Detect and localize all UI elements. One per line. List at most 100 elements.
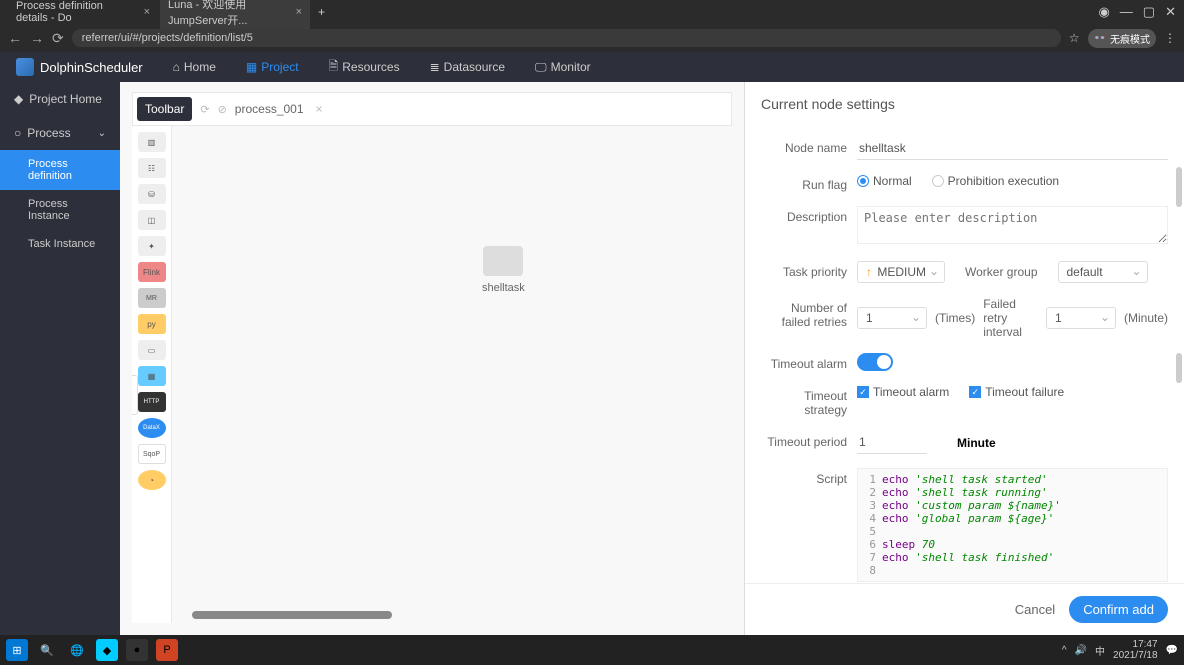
forward-icon[interactable]: →: [30, 30, 44, 46]
num-retries-select[interactable]: 1: [857, 307, 927, 329]
radio-normal[interactable]: Normal: [857, 174, 912, 188]
search-icon[interactable]: 🔍: [36, 639, 58, 661]
app-icon-2[interactable]: ●: [126, 639, 148, 661]
notification-icon[interactable]: 💬: [1166, 645, 1178, 656]
tool-mr-icon[interactable]: MR: [138, 288, 166, 308]
logo-icon: [16, 58, 34, 76]
datasource-icon: ≣: [430, 60, 440, 74]
script-editor[interactable]: 1echo 'shell task started'2echo 'shell t…: [857, 468, 1168, 582]
incognito-badge[interactable]: 👓 无痕模式: [1088, 29, 1156, 48]
tool-http-icon[interactable]: HTTP: [138, 392, 166, 412]
powerpoint-icon[interactable]: P: [156, 639, 178, 661]
label-timeout-alarm: Timeout alarm: [761, 353, 847, 371]
toolbar-badge: Toolbar: [137, 97, 192, 121]
chrome-icon[interactable]: 🌐: [66, 639, 88, 661]
browser-tab-0[interactable]: Process definition details - Do ×: [8, 0, 158, 27]
home-icon: ◆: [14, 92, 23, 106]
star-icon[interactable]: ☆: [1069, 31, 1080, 45]
tool-dependent-icon[interactable]: ▭: [138, 340, 166, 360]
menu-icon[interactable]: ⋮: [1164, 31, 1176, 45]
sidebar-item-task-instance[interactable]: Task Instance: [0, 230, 120, 258]
tool-conditions-icon[interactable]: ◔: [138, 470, 166, 490]
close-window-icon[interactable]: ✕: [1165, 4, 1176, 20]
close-icon[interactable]: ×: [296, 6, 302, 18]
nav-datasource[interactable]: ≣ Datasource: [430, 60, 505, 74]
tool-db-icon[interactable]: ⛁: [138, 184, 166, 204]
app-name: DolphinScheduler: [40, 60, 143, 75]
description-input[interactable]: [857, 206, 1168, 244]
tool-sqoop-icon[interactable]: SqoP: [138, 444, 166, 464]
maximize-icon[interactable]: ▢: [1143, 4, 1155, 20]
tray-volume-icon[interactable]: 🔊: [1075, 645, 1087, 656]
close-icon[interactable]: ×: [316, 102, 323, 116]
task-node-shelltask[interactable]: shelltask: [482, 246, 525, 294]
retry-interval-select[interactable]: 1: [1046, 307, 1116, 329]
horizontal-scrollbar[interactable]: [192, 611, 392, 619]
canvas-body[interactable]: ▥ ☷ ⛁ ◫ ✦ Flink MR py ▭ ▦ HTTP DataX Sqo…: [132, 126, 732, 623]
checkbox-timeout-alarm[interactable]: ✓ Timeout alarm: [857, 385, 949, 399]
new-tab-button[interactable]: +: [312, 5, 331, 19]
timeout-alarm-toggle[interactable]: [857, 353, 893, 371]
node-name-input[interactable]: [857, 137, 1168, 160]
start-icon[interactable]: ⊞: [6, 639, 28, 661]
minimize-icon[interactable]: —: [1120, 4, 1133, 20]
minute-bold-label: Minute: [957, 436, 996, 450]
nav-resources[interactable]: 🗎 Resources: [329, 57, 400, 78]
tool-subprocess-icon[interactable]: ☷: [138, 158, 166, 178]
back-icon[interactable]: ←: [8, 30, 22, 46]
sidebar-label: Process: [27, 126, 70, 140]
radio-normal-label: Normal: [873, 174, 912, 188]
breadcrumb-process[interactable]: process_001: [235, 102, 304, 116]
taskbar-clock[interactable]: 17:47 2021/7/18: [1113, 639, 1158, 661]
tool-sql-icon[interactable]: ▦: [138, 366, 166, 386]
clock-time: 17:47: [1113, 639, 1158, 650]
circle-icon[interactable]: ⊘: [218, 103, 227, 116]
sidebar-item-project-home[interactable]: ◆ Project Home: [0, 82, 120, 116]
record-icon[interactable]: ◉: [1098, 4, 1109, 20]
cancel-button[interactable]: Cancel: [1015, 602, 1055, 617]
refresh-icon[interactable]: ⟳: [200, 103, 209, 116]
tool-python-icon[interactable]: py: [138, 314, 166, 334]
breadcrumb: Toolbar ⟳ ⊘ process_001 ×: [132, 92, 732, 126]
tool-shell-icon[interactable]: ▥: [138, 132, 166, 152]
browser-tab-1[interactable]: Luna - 欢迎使用JumpServer开... ×: [160, 0, 310, 31]
app-icon-1[interactable]: ◆: [96, 639, 118, 661]
nav-monitor[interactable]: 🖵 Monitor: [535, 60, 591, 75]
checkbox-timeout-failure[interactable]: ✓ Timeout failure: [969, 385, 1064, 399]
close-icon[interactable]: ×: [144, 6, 150, 18]
tool-datax-icon[interactable]: DataX: [138, 418, 166, 438]
sidebar-item-process-instance[interactable]: Process Instance: [0, 190, 120, 230]
tool-procedure-icon[interactable]: ◫: [138, 210, 166, 230]
app-logo[interactable]: DolphinScheduler: [16, 58, 143, 76]
tray-up-icon[interactable]: ^: [1062, 645, 1067, 656]
label-timeout-period: Timeout period: [761, 431, 847, 449]
timeout-period-input[interactable]: [857, 431, 927, 454]
tool-spark-icon[interactable]: ✦: [138, 236, 166, 256]
reload-icon[interactable]: ⟳: [52, 30, 64, 47]
nav-datasource-label: Datasource: [444, 60, 505, 74]
tool-rail: ▥ ☷ ⛁ ◫ ✦ Flink MR py ▭ ▦ HTTP DataX Sqo…: [132, 126, 172, 623]
monitor-icon: 🖵: [535, 60, 547, 75]
label-num-retries: Number of failed retries: [761, 297, 847, 329]
worker-group-select[interactable]: default: [1058, 261, 1148, 283]
url-input[interactable]: referrer/ui/#/projects/definition/list/5: [72, 29, 1061, 47]
clock-date: 2021/7/18: [1113, 650, 1158, 661]
tab-title: Process definition details - Do: [16, 0, 138, 24]
panel-scrollbar-thumb[interactable]: [1176, 353, 1182, 383]
sidebar-item-process[interactable]: ○ Process: [0, 116, 120, 150]
nav-project[interactable]: ▦ Project: [246, 60, 299, 74]
browser-tab-strip: Process definition details - Do × Luna -…: [0, 0, 1184, 24]
confirm-add-button[interactable]: Confirm add: [1069, 596, 1168, 623]
label-script: Script: [761, 468, 847, 486]
tray-ime-icon[interactable]: 中: [1095, 643, 1105, 658]
sidebar-item-process-definition[interactable]: Process definition: [0, 150, 120, 190]
nav-home[interactable]: ⌂ Home: [173, 60, 216, 74]
panel-footer: Cancel Confirm add: [745, 583, 1184, 635]
radio-prohibit[interactable]: Prohibition execution: [932, 174, 1059, 188]
priority-arrow-icon: ↑: [866, 265, 872, 279]
task-priority-select[interactable]: ↑ MEDIUM: [857, 261, 945, 283]
resources-icon: 🗎: [329, 57, 339, 78]
panel-scrollbar[interactable]: [1176, 167, 1182, 441]
expand-toggle[interactable]: ‹: [132, 375, 138, 415]
tool-flink-icon[interactable]: Flink: [138, 262, 166, 282]
